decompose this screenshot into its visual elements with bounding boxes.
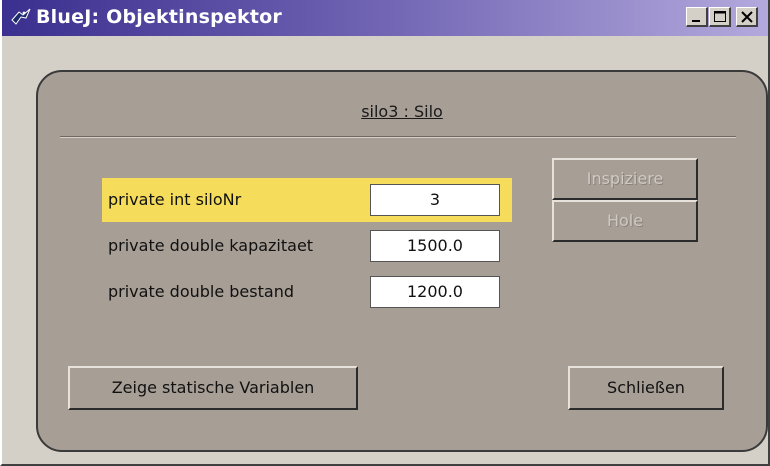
- field-value: 1200.0: [370, 276, 500, 308]
- title-bar[interactable]: BlueJ: Objektinspektor: [2, 0, 768, 36]
- window-title: BlueJ: Objektinspektor: [36, 6, 282, 28]
- field-row-siloNr[interactable]: private int siloNr 3: [102, 178, 512, 222]
- bluej-bird-icon: [10, 6, 32, 28]
- object-title: silo3 : Silo: [361, 102, 443, 121]
- inspect-button[interactable]: Inspiziere: [552, 158, 698, 200]
- field-value: 3: [370, 184, 500, 216]
- inspector-panel: silo3 : Silo private int siloNr 3 privat…: [36, 70, 768, 452]
- show-static-variables-button[interactable]: Zeige statische Variablen: [68, 366, 358, 410]
- maximize-icon: [714, 11, 726, 22]
- title-divider: [60, 136, 736, 138]
- close-button[interactable]: Schließen: [568, 366, 724, 410]
- minimize-button[interactable]: [686, 7, 708, 27]
- close-window-button[interactable]: [736, 7, 758, 27]
- field-value: 1500.0: [370, 230, 500, 262]
- inspector-window: BlueJ: Objektinspektor silo3 : Silo priv…: [0, 0, 770, 466]
- maximize-button[interactable]: [709, 7, 731, 27]
- get-button[interactable]: Hole: [552, 200, 698, 242]
- field-label: private double bestand: [108, 282, 294, 301]
- field-row-kapazitaet[interactable]: private double kapazitaet 1500.0: [102, 224, 512, 268]
- close-icon: [741, 11, 753, 23]
- minimize-icon: [692, 20, 700, 22]
- field-row-bestand[interactable]: private double bestand 1200.0: [102, 270, 512, 314]
- field-label: private double kapazitaet: [108, 236, 314, 255]
- field-label: private int siloNr: [108, 190, 242, 209]
